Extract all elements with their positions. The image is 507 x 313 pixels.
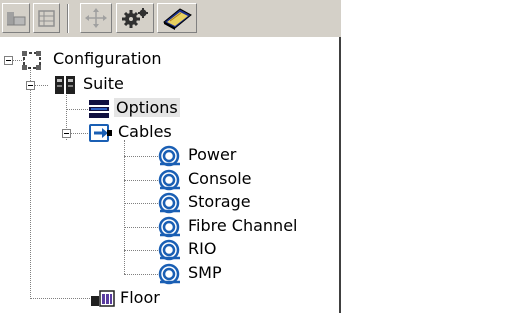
tree-node-label: Options [114,98,180,117]
tree-node-label: RIO [188,239,217,258]
cable-coil-icon [158,192,180,214]
tree-node-label: Power [188,145,237,164]
tree-node-label: Configuration [53,49,162,68]
tree-node-label: Console [188,169,252,188]
options-icon [89,100,109,118]
tree-node-label: Suite [83,74,124,93]
book-icon [163,8,192,30]
gears-button[interactable] [116,3,154,33]
suite-collapse-toggle[interactable] [26,81,35,90]
floor-icon [91,290,115,307]
toolbar [0,0,341,37]
tree-node-label: Floor [120,288,160,307]
connect-button[interactable] [80,3,112,33]
toolbar-separator [67,4,69,33]
configuration-collapse-toggle[interactable] [4,56,13,65]
panel-view-button[interactable] [33,3,60,33]
cable-coil-icon [158,239,180,261]
panel-view-icon [38,10,55,27]
layout-view-button[interactable] [2,3,30,33]
cables-collapse-toggle[interactable] [62,129,71,138]
tree-node-label: Storage [188,192,251,211]
connect-icon [85,8,107,28]
tree-node-label: SMP [188,263,222,282]
tree-node-label: Fibre Channel [188,216,298,235]
cable-coil-icon [158,145,180,167]
book-button[interactable] [157,3,197,33]
layout-view-icon [7,12,26,26]
tree-node-label: Cables [118,122,172,141]
configuration-tree: Configuration Suite Options Cables Power… [0,37,341,313]
configuration-icon [22,51,41,70]
gears-icon [122,8,148,28]
cable-coil-icon [158,169,180,191]
cables-icon [89,124,112,142]
cable-coil-icon [158,263,180,285]
cable-coil-icon [158,216,180,238]
suite-icon [55,76,75,94]
